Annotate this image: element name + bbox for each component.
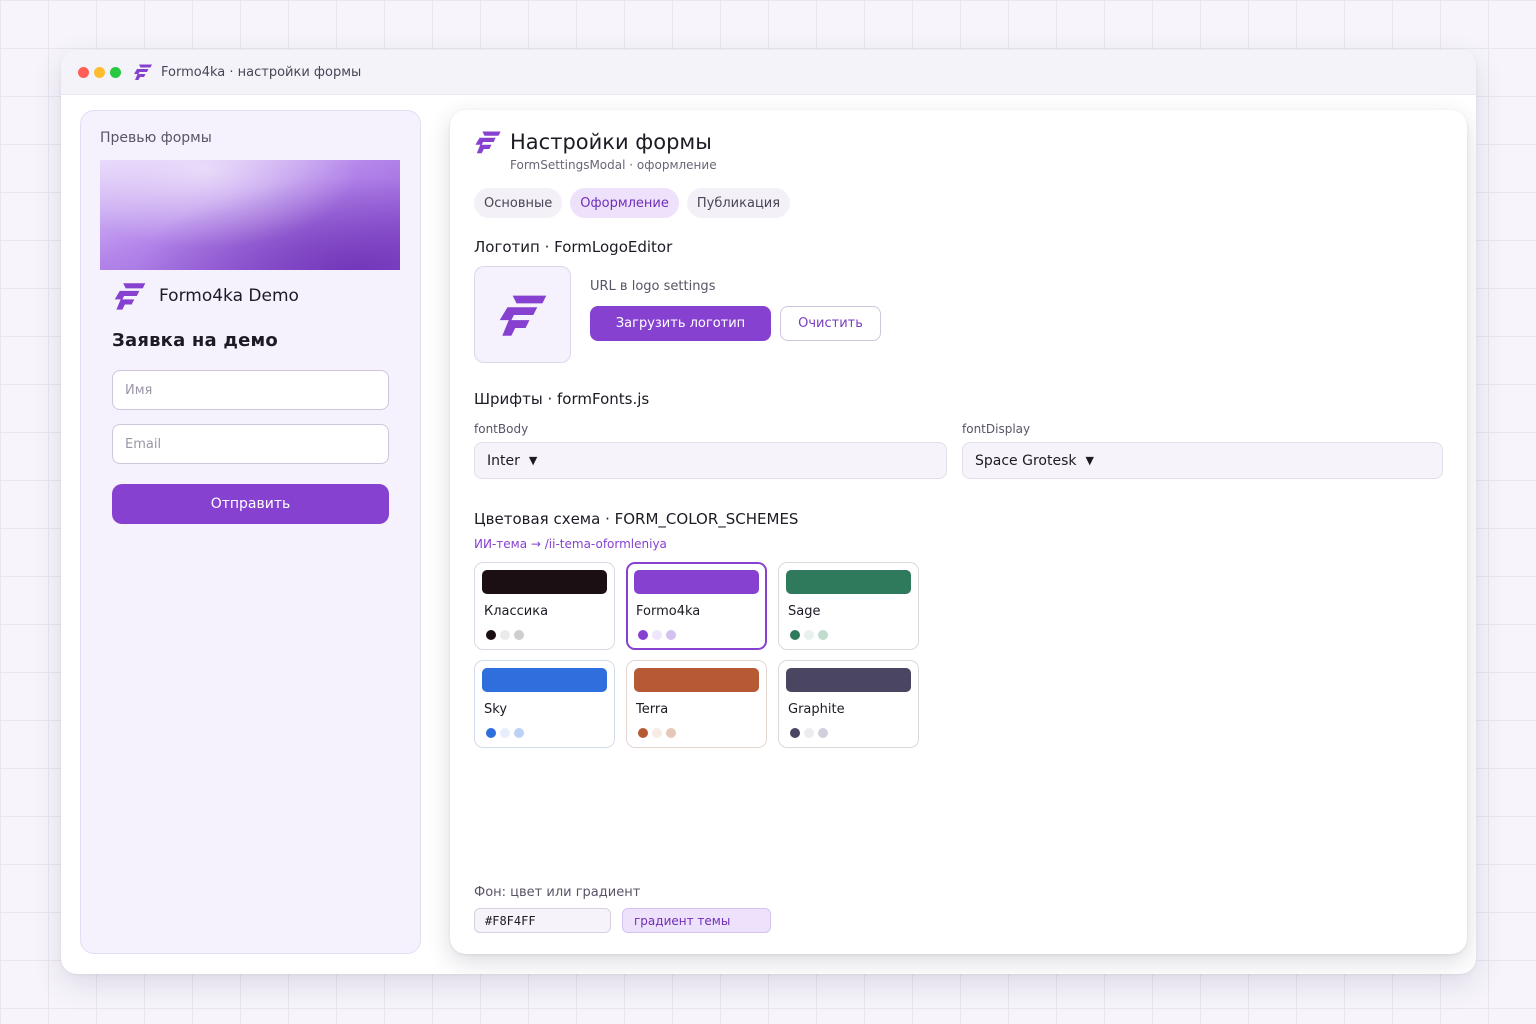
form-settings-modal: Настройки формы FormSettingsModal · офор… (450, 110, 1467, 954)
palette-dot (790, 728, 800, 738)
palette-dot (486, 728, 496, 738)
scheme-name: Sage (788, 604, 821, 619)
preview-name-input[interactable] (112, 370, 389, 410)
formo4ka-logo-icon (475, 131, 501, 154)
window-title: Formo4ka · настройки формы (161, 64, 362, 80)
palette-dot (652, 728, 662, 738)
close-window-button[interactable] (78, 66, 89, 78)
scheme-swatch (786, 668, 911, 692)
preview-brand-name: Formo4ka Demo (159, 286, 299, 306)
preview-email-input[interactable] (112, 424, 389, 464)
font-body-select[interactable]: Inter ▼ (474, 442, 947, 479)
logo-section-title: Логотип · FormLogoEditor (474, 238, 673, 256)
modal-subtitle: FormSettingsModal · оформление (510, 158, 717, 172)
palette-dot (652, 630, 662, 640)
logo-url-label: URL в logo settings (590, 279, 716, 294)
background-label: Фон: цвет или градиент (474, 885, 641, 900)
scheme-name: Классика (484, 604, 549, 619)
minimize-window-button[interactable] (94, 66, 105, 78)
palette-dot (514, 630, 524, 640)
scheme-palette-dots (638, 728, 676, 738)
formo4ka-logo-icon (499, 295, 546, 336)
color-scheme-card[interactable]: Graphite (778, 660, 919, 748)
modal-title: Настройки формы (510, 130, 712, 154)
scheme-palette-dots (790, 728, 828, 738)
formo4ka-logo-icon (134, 64, 152, 80)
palette-dot (514, 728, 524, 738)
preview-label: Превью формы (100, 130, 212, 146)
scheme-swatch (634, 668, 759, 692)
caret-down-icon: ▼ (528, 454, 538, 467)
ai-theme-link[interactable]: ИИ-тема → /ii-tema-oformleniya (474, 537, 667, 551)
scheme-palette-dots (486, 728, 524, 738)
color-scheme-card[interactable]: Formo4ka (626, 562, 767, 650)
palette-dot (638, 630, 648, 640)
font-body-label: fontBody (474, 422, 529, 436)
palette-dot (818, 630, 828, 640)
preview-submit-button[interactable]: Отправить (112, 484, 389, 524)
scheme-palette-dots (486, 630, 524, 640)
scheme-name: Formo4ka (636, 604, 701, 619)
font-display-label: fontDisplay (962, 422, 1031, 436)
font-display-value: Space Grotesk (975, 452, 1077, 469)
palette-dot (638, 728, 648, 738)
scheme-name: Graphite (788, 702, 845, 717)
scheme-swatch (482, 570, 607, 594)
caret-down-icon: ▼ (1085, 454, 1094, 467)
palette-dot (486, 630, 496, 640)
palette-dot (818, 728, 828, 738)
logo-preview (474, 266, 571, 363)
palette-dot (500, 728, 510, 738)
color-scheme-card[interactable]: Sky (474, 660, 615, 748)
palette-dot (790, 630, 800, 640)
scheme-swatch (786, 570, 911, 594)
palette-dot (804, 630, 814, 640)
scheme-swatch (482, 668, 607, 692)
color-scheme-card[interactable]: Классика (474, 562, 615, 650)
palette-dot (804, 728, 814, 738)
clear-logo-button[interactable]: Очистить (780, 306, 881, 341)
formo4ka-logo-icon (114, 283, 146, 310)
scheme-swatch (634, 570, 759, 594)
tab-publishing[interactable]: Публикация (686, 188, 791, 218)
theme-gradient-button[interactable]: градиент темы (622, 908, 771, 933)
scheme-name: Sky (484, 702, 508, 717)
color-scheme-card[interactable]: Terra (626, 660, 767, 748)
upload-logo-button[interactable]: Загрузить логотип (590, 306, 771, 341)
app-window: Formo4ka · настройки формы Превью формы … (61, 50, 1476, 974)
colors-section-title: Цветовая схема · FORM_COLOR_SCHEMES (474, 510, 799, 528)
title-bar: Formo4ka · настройки формы (61, 50, 1476, 95)
preview-brand: Formo4ka Demo (113, 281, 299, 311)
preview-banner (100, 160, 400, 270)
palette-dot (666, 630, 676, 640)
palette-dot (666, 728, 676, 738)
scheme-palette-dots (638, 630, 676, 640)
tab-basic[interactable]: Основные (474, 188, 563, 218)
settings-tabs: Основные Оформление Публикация (474, 188, 791, 218)
palette-dot (500, 630, 510, 640)
maximize-window-button[interactable] (110, 66, 121, 78)
font-body-value: Inter (487, 452, 520, 469)
font-display-select[interactable]: Space Grotesk ▼ (962, 442, 1443, 479)
tab-appearance[interactable]: Оформление (570, 188, 679, 218)
form-preview-panel: Превью формы Formo4ka Demo Заявка на дем… (80, 110, 421, 954)
scheme-name: Terra (636, 702, 669, 717)
scheme-palette-dots (790, 630, 828, 640)
preview-form-heading: Заявка на демо (112, 330, 278, 351)
fonts-section-title: Шрифты · formFonts.js (474, 390, 650, 408)
background-color-input[interactable] (474, 908, 611, 933)
color-scheme-card[interactable]: Sage (778, 562, 919, 650)
